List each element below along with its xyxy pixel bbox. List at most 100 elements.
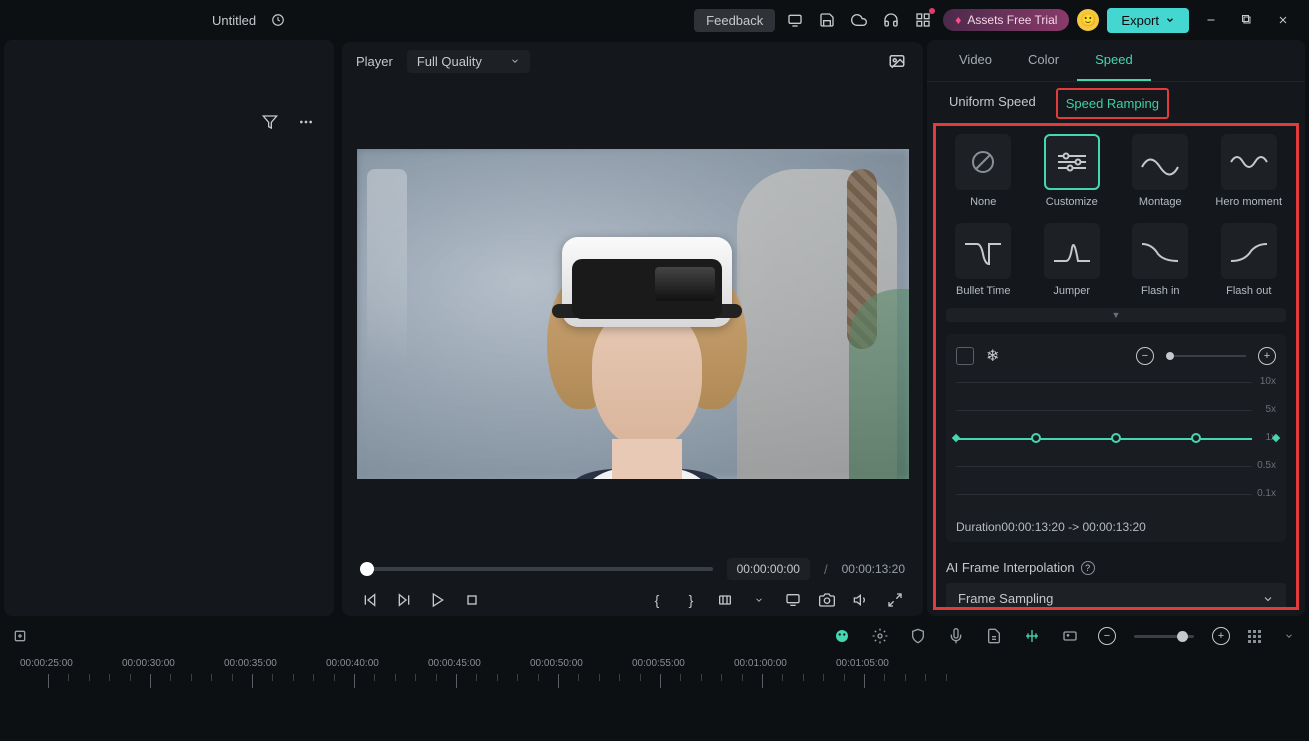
preset-customize[interactable]: Customize (1035, 134, 1110, 209)
camera-icon[interactable] (817, 590, 837, 610)
total-time: 00:00:13:20 (842, 562, 905, 576)
sync-status-icon[interactable] (266, 8, 290, 32)
device-icon[interactable] (783, 8, 807, 32)
mark-out-button[interactable]: } (681, 590, 701, 610)
crop-icon[interactable] (715, 590, 735, 610)
subtab-ramping[interactable]: Speed Ramping (1056, 88, 1169, 119)
quality-select[interactable]: Full Quality (407, 50, 530, 73)
speed-graph[interactable]: 10x5x1x0.5x0.1x (956, 374, 1276, 514)
adjust-icon[interactable] (870, 626, 890, 646)
export-button[interactable]: Export (1107, 8, 1189, 33)
volume-icon[interactable] (851, 590, 871, 610)
profile-avatar[interactable]: 🙂 (1077, 9, 1099, 31)
assets-trial-label: Assets Free Trial (967, 13, 1057, 27)
preset-label: Customize (1046, 196, 1098, 209)
stop-button[interactable] (462, 590, 482, 610)
save-icon[interactable] (815, 8, 839, 32)
preset-flashout[interactable]: Flash out (1212, 223, 1287, 298)
snap-icon[interactable] (1022, 626, 1042, 646)
minimize-button[interactable] (1197, 6, 1225, 34)
ai-interp-value: Frame Sampling (958, 591, 1053, 606)
fullscreen-icon[interactable] (885, 590, 905, 610)
player-panel: Player Full Quality (342, 40, 923, 616)
prev-frame-button[interactable] (360, 590, 380, 610)
cloud-icon[interactable] (847, 8, 871, 32)
marker-add-icon[interactable] (10, 626, 30, 646)
zoom-in-button[interactable]: + (1258, 347, 1276, 365)
tab-speed[interactable]: Speed (1077, 40, 1151, 81)
duration-from: 00:00:13:20 (1001, 520, 1064, 534)
thumbnail-icon[interactable] (1060, 626, 1080, 646)
speed-graph-editor: ❄ − + 10x5x1x0.5x0.1x Duration00:00:13:2… (946, 334, 1286, 542)
video-viewport[interactable] (342, 80, 923, 548)
more-options-icon[interactable] (1279, 626, 1299, 646)
preset-thumb (1132, 134, 1188, 190)
mic-icon[interactable] (946, 626, 966, 646)
help-icon[interactable]: ? (1081, 561, 1095, 575)
preset-jumper[interactable]: Jumper (1035, 223, 1110, 298)
zoom-out-button[interactable]: − (1136, 347, 1154, 365)
shield-icon[interactable] (908, 626, 928, 646)
preset-bullet[interactable]: Bullet Time (946, 223, 1021, 298)
media-panel (4, 40, 334, 616)
project-title: Untitled (212, 13, 256, 28)
tab-video[interactable]: Video (941, 40, 1010, 81)
preset-label: Montage (1139, 196, 1182, 209)
preset-thumb (1044, 134, 1100, 190)
step-fwd-button[interactable] (394, 590, 414, 610)
preset-thumb (1044, 223, 1100, 279)
preset-thumb (1221, 223, 1277, 279)
player-controls: 00:00:00:00 / 00:00:13:20 { } (342, 548, 923, 616)
properties-panel: Video Color Speed Uniform Speed Speed Ra… (927, 40, 1305, 616)
preset-label: Bullet Time (956, 285, 1010, 298)
progress-slider[interactable] (360, 567, 713, 571)
preset-label: Jumper (1053, 285, 1090, 298)
ai-interp-select[interactable]: Frame Sampling (946, 583, 1286, 610)
assets-trial-button[interactable]: ♦Assets Free Trial (943, 9, 1069, 31)
ai-interp-label: AI Frame Interpolation (946, 560, 1075, 575)
ai-tools-icon[interactable] (832, 626, 852, 646)
current-time: 00:00:00:00 (727, 558, 810, 580)
maximize-button[interactable] (1233, 6, 1261, 34)
timeline-ruler[interactable]: 00:00:25:0000:00:30:0000:00:35:0000:00:4… (10, 658, 1299, 718)
quality-value: Full Quality (417, 54, 482, 69)
tab-color[interactable]: Color (1010, 40, 1077, 81)
expand-presets-button[interactable]: ▼ (946, 308, 1286, 322)
snapshot-icon[interactable] (885, 49, 909, 73)
duration-readout: Duration00:00:13:20 -> 00:00:13:20 (956, 520, 1276, 534)
speed-ramping-section: None Customize Montage Hero moment Bullet Ti… (933, 123, 1299, 610)
select-tool-button[interactable] (956, 347, 974, 365)
preset-thumb (1132, 223, 1188, 279)
play-button[interactable] (428, 590, 448, 610)
display-icon[interactable] (783, 590, 803, 610)
apps-icon[interactable] (911, 8, 935, 32)
headphones-icon[interactable] (879, 8, 903, 32)
preset-label: None (970, 196, 996, 209)
subtab-uniform[interactable]: Uniform Speed (941, 88, 1044, 119)
properties-tabs: Video Color Speed (927, 40, 1305, 82)
preset-none[interactable]: None (946, 134, 1021, 209)
chevron-down-icon (510, 56, 520, 66)
more-icon[interactable] (294, 110, 318, 134)
export-label: Export (1121, 13, 1159, 28)
timeline-zoom-in-button[interactable]: + (1212, 627, 1230, 645)
track-layout-icon[interactable] (1248, 630, 1261, 643)
preset-flashin[interactable]: Flash in (1123, 223, 1198, 298)
preset-thumb (955, 223, 1011, 279)
chevron-down-icon[interactable] (749, 590, 769, 610)
freeze-frame-icon[interactable]: ❄ (986, 346, 999, 366)
timeline-zoom-slider[interactable] (1134, 635, 1194, 638)
preset-grid: None Customize Montage Hero moment Bullet Ti… (946, 134, 1286, 298)
notes-icon[interactable] (984, 626, 1004, 646)
preset-hero[interactable]: Hero moment (1212, 134, 1287, 209)
mark-in-button[interactable]: { (647, 590, 667, 610)
preset-thumb (1221, 134, 1277, 190)
filter-icon[interactable] (258, 110, 282, 134)
zoom-slider[interactable] (1166, 355, 1246, 357)
duration-label: Duration (956, 520, 1001, 534)
feedback-button[interactable]: Feedback (694, 9, 775, 32)
timeline-zoom-out-button[interactable]: − (1098, 627, 1116, 645)
close-button[interactable] (1269, 6, 1297, 34)
preset-montage[interactable]: Montage (1123, 134, 1198, 209)
timeline: − + 00:00:25:0000:00:30:0000:00:35:0000:… (0, 616, 1309, 737)
